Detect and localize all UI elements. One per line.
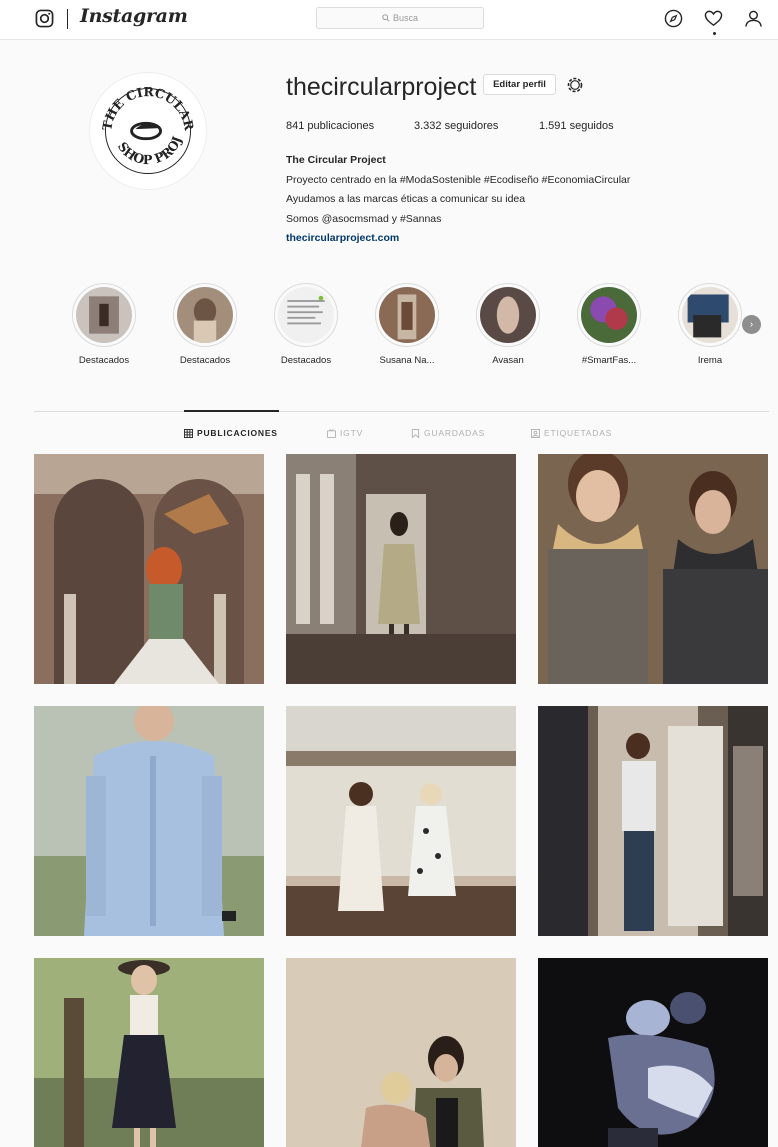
highlight-item[interactable]: #SmartFas... [569,283,649,366]
heart-icon[interactable] [704,9,723,28]
tab-etiquetadas[interactable]: ETIQUETADAS [531,428,612,438]
post-image [286,706,516,936]
activity-dot [713,32,716,35]
profile-bio: The Circular Project Proyecto centrado e… [286,151,630,249]
post-thumbnail[interactable] [538,706,768,936]
highlight-item[interactable]: Destacados [165,283,245,366]
tab-label: PUBLICACIONES [197,428,278,438]
following-count[interactable]: 1.591 seguidos [539,120,614,132]
tab-label: GUARDADAS [424,428,486,438]
search-placeholder: Busca [392,13,418,23]
search-icon [382,14,390,22]
compass-icon[interactable] [664,9,683,28]
post-image [286,958,516,1147]
tab-publicaciones[interactable]: PUBLICACIONES [184,428,278,438]
bio-website-link[interactable]: thecircularproject.com [286,229,630,249]
highlight-thumbnail [177,287,233,343]
post-image [34,706,264,936]
highlight-thumbnail [379,287,435,343]
profile-avatar[interactable]: THE CIRCULAR SHOP PROJECT [85,61,207,190]
highlight-label: Avasan [492,355,524,366]
post-thumbnail[interactable] [538,958,768,1147]
posts-count[interactable]: 841 publicaciones [286,120,414,132]
highlight-label: Irema [697,355,723,366]
post-thumbnail[interactable] [34,958,264,1147]
tab-igtv[interactable]: IGTV [327,428,363,438]
tab-label: ETIQUETADAS [544,428,613,438]
instagram-camera-icon[interactable] [35,9,54,28]
bio-line: Ayudamos a las marcas éticas a comunicar… [286,193,526,205]
tab-label: IGTV [340,428,364,438]
highlight-item[interactable]: Destacados [266,283,346,366]
grid-icon [184,428,193,438]
bio-full-name: The Circular Project [286,154,386,166]
highlight-item[interactable]: Susana Na... [367,283,447,366]
post-thumbnail[interactable] [34,706,264,936]
edit-profile-button[interactable]: Editar perfil [483,74,556,95]
tab-guardadas[interactable]: GUARDADAS [411,428,485,438]
nav-divider [67,9,68,29]
post-thumbnail[interactable] [286,454,516,684]
profile-username: thecircularproject [286,73,477,101]
profile-stats: 841 publicaciones 3.332 seguidores 1.591… [286,120,614,132]
bio-line: Somos @asocmsmad y #Sannas [286,212,442,225]
bookmark-icon [411,428,420,438]
bio-line: Proyecto centrado en la #ModaSostenible … [286,173,631,186]
post-image [538,454,768,684]
post-image [34,454,264,684]
profile-icon[interactable] [744,9,763,28]
followers-count[interactable]: 3.332 seguidores [414,120,539,132]
highlight-item[interactable]: Destacados [64,283,144,366]
post-image [538,958,768,1147]
highlight-label: Susana Na... [379,355,435,366]
post-image [286,454,516,684]
post-thumbnail[interactable] [286,706,516,936]
circular-project-logo-icon: THE CIRCULAR SHOP PROJECT [85,61,197,175]
instagram-wordmark[interactable]: Instagram [80,5,188,27]
highlight-label: Destacados [280,355,332,366]
tag-icon [531,428,540,438]
active-tab-indicator [184,410,279,412]
highlight-thumbnail [480,287,536,343]
highlight-thumbnail [76,287,132,343]
post-thumbnail[interactable] [538,454,768,684]
settings-gear-icon[interactable] [565,75,585,95]
highlights-next-chevron-icon[interactable]: › [742,315,761,334]
highlight-label: Destacados [78,355,130,366]
highlight-item[interactable]: Avasan [468,283,548,366]
highlight-thumbnail [682,287,738,343]
tabs-divider [34,411,769,412]
highlight-thumbnail [581,287,637,343]
highlight-label: Destacados [179,355,231,366]
tv-icon [327,428,336,438]
post-image [538,706,768,936]
top-nav: Instagram Busca [0,0,778,40]
search-input[interactable]: Busca [316,7,484,29]
highlight-item[interactable]: Irema [670,283,750,366]
highlight-thumbnail [278,287,334,343]
post-thumbnail[interactable] [286,958,516,1147]
post-image [34,958,264,1147]
post-thumbnail[interactable] [34,454,264,684]
highlight-label: #SmartFas... [581,355,637,366]
